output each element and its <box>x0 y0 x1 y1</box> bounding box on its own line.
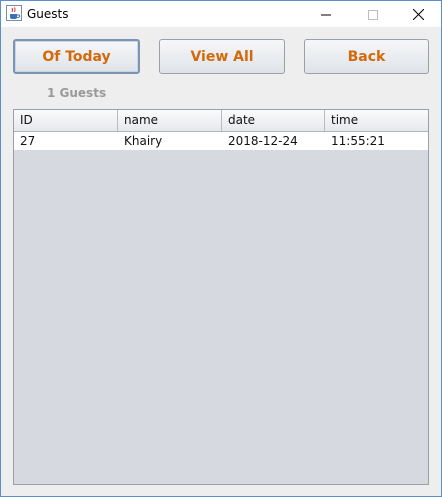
guest-count-label: 1 Guests <box>47 86 107 100</box>
view-all-button[interactable]: View All <box>159 39 285 74</box>
guests-window: Guests Of Today View All Back 1 Guests I… <box>0 0 442 497</box>
of-today-button[interactable]: Of Today <box>13 39 140 74</box>
cell-name[interactable]: Khairy <box>118 132 222 150</box>
minimize-button[interactable] <box>303 1 349 27</box>
close-icon <box>412 5 424 24</box>
maximize-icon <box>368 5 378 24</box>
column-header-name[interactable]: name <box>118 110 222 131</box>
close-button[interactable] <box>395 1 441 27</box>
maximize-button[interactable] <box>350 1 396 27</box>
cell-date[interactable]: 2018-12-24 <box>222 132 325 150</box>
table-header: ID name date time <box>14 110 428 132</box>
cell-time[interactable]: 11:55:21 <box>325 132 428 150</box>
back-button[interactable]: Back <box>304 39 429 74</box>
column-header-id[interactable]: ID <box>14 110 118 131</box>
cell-id[interactable]: 27 <box>14 132 118 150</box>
minimize-icon <box>321 5 331 24</box>
table-row[interactable]: 27 Khairy 2018-12-24 11:55:21 <box>14 132 428 150</box>
column-header-time[interactable]: time <box>325 110 428 131</box>
column-header-date[interactable]: date <box>222 110 325 131</box>
window-title: Guests <box>27 7 69 21</box>
title-bar[interactable]: Guests <box>1 1 441 27</box>
java-cup-icon <box>6 5 22 21</box>
guests-table[interactable]: ID name date time 27 Khairy 2018-12-24 1… <box>13 109 429 485</box>
